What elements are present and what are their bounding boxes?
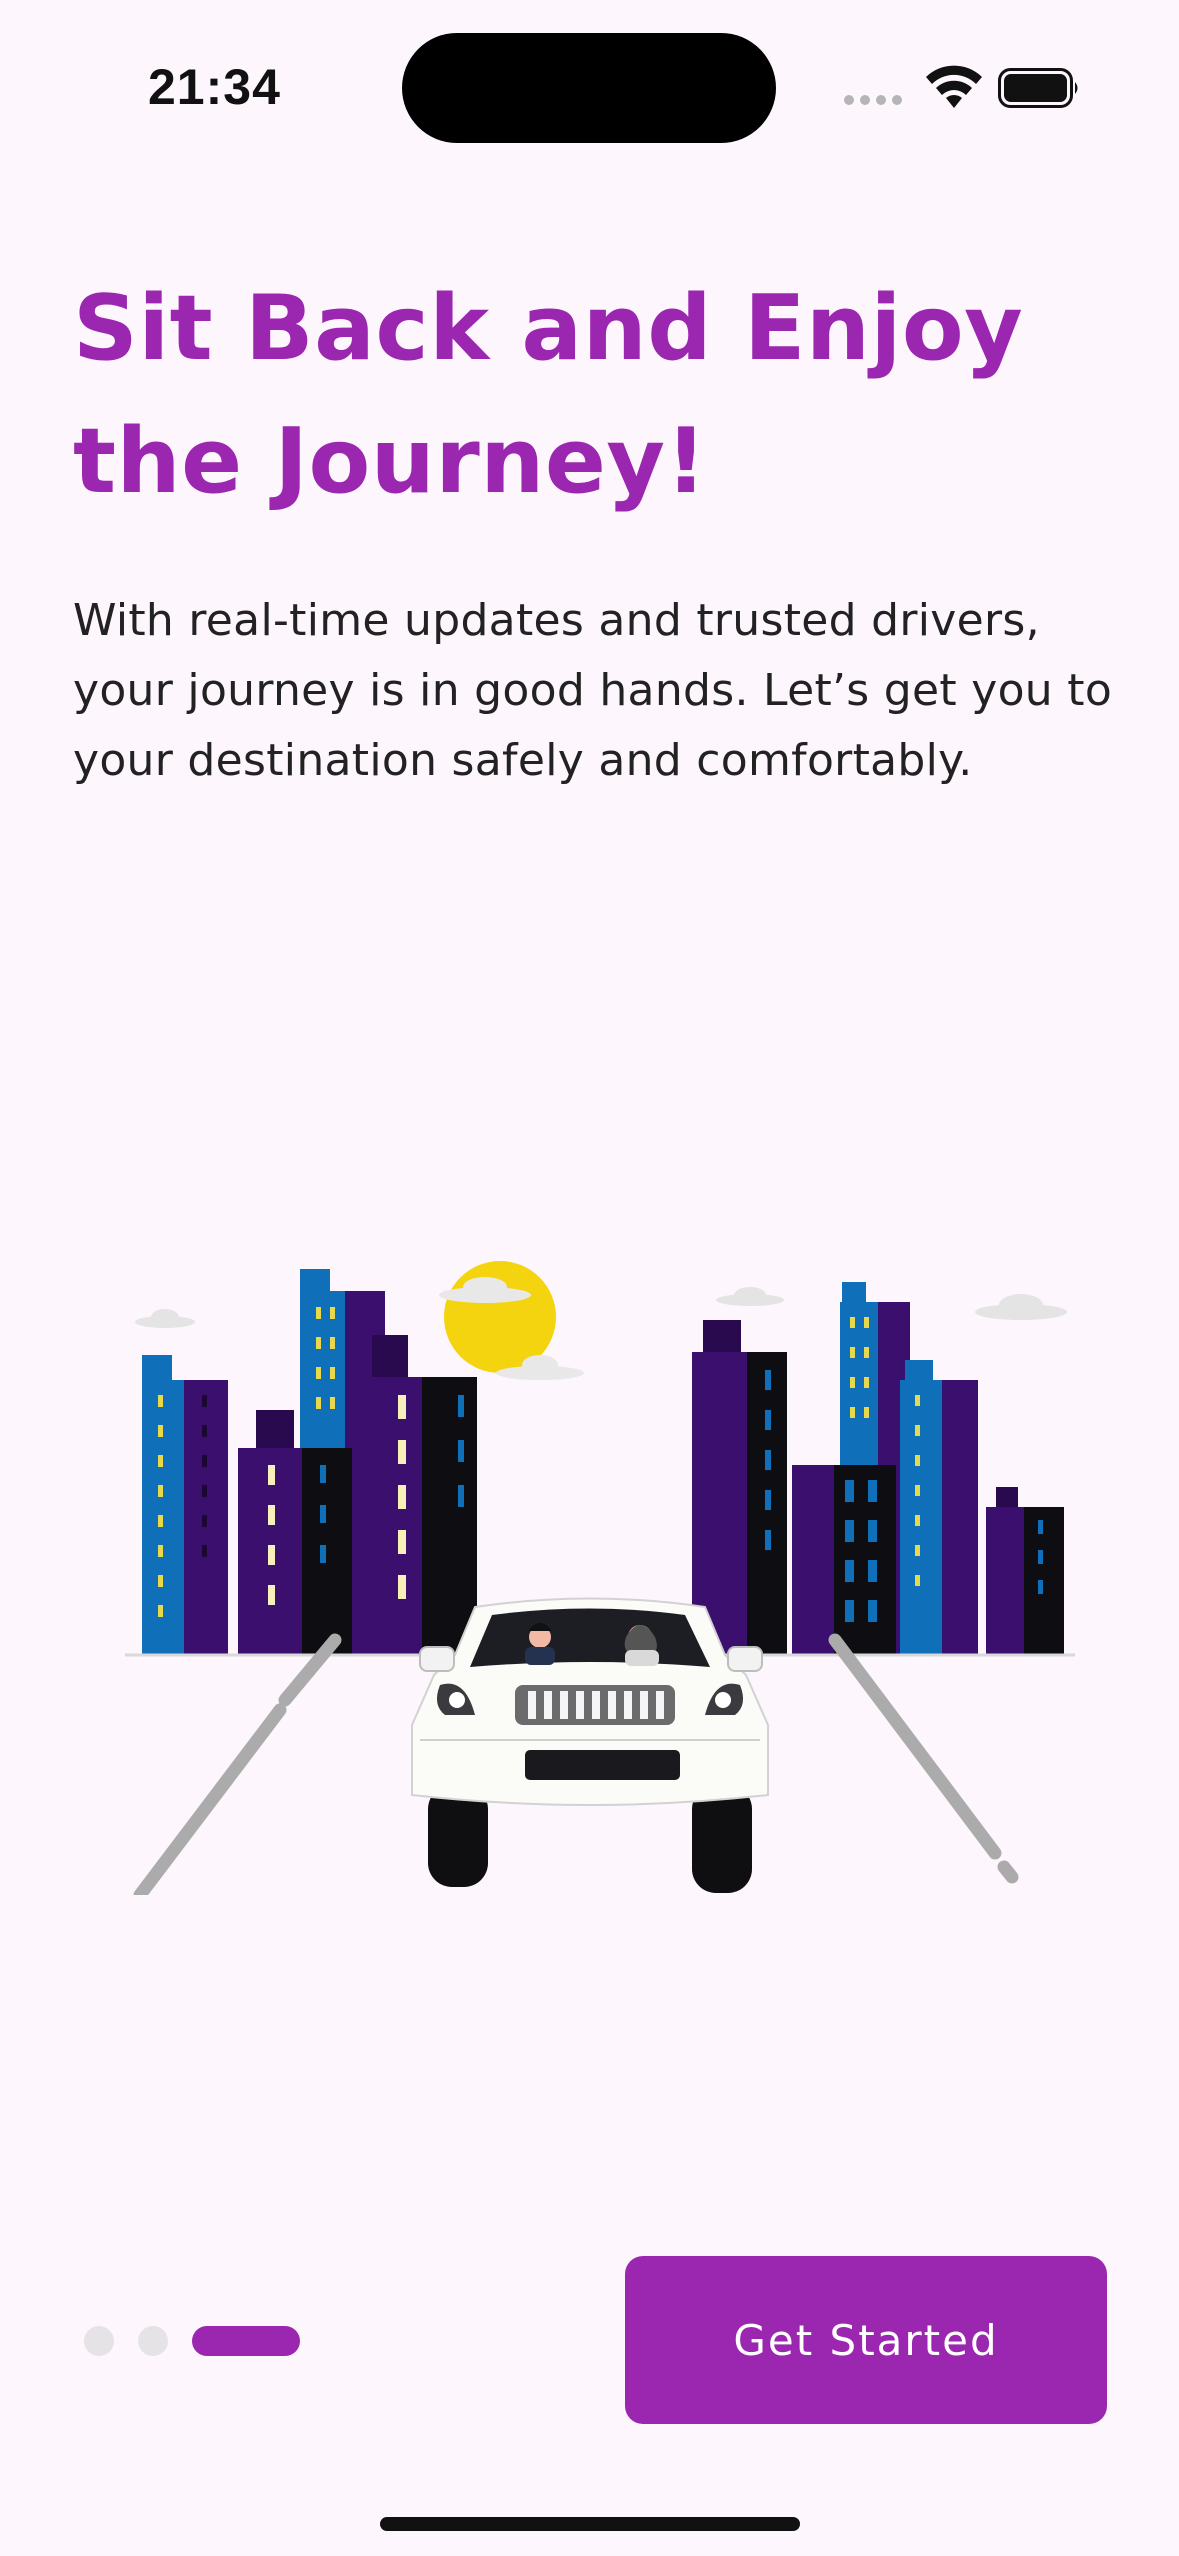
- onboarding-description: With real-time updates and trusted drive…: [73, 595, 1113, 786]
- page-dot-1[interactable]: [84, 2326, 114, 2356]
- right-buildings: [692, 1282, 1064, 1655]
- car: [411, 1597, 769, 1893]
- city-car-illustration: [125, 1261, 1075, 1895]
- cellular-signal-icon: [844, 95, 904, 107]
- left-buildings: [142, 1269, 477, 1655]
- battery-icon: [998, 68, 1078, 108]
- status-bar: 21:34: [0, 0, 1179, 180]
- clouds: [135, 1287, 1067, 1328]
- page-dot-2[interactable]: [138, 2326, 168, 2356]
- dynamic-island: [402, 33, 776, 143]
- get-started-button[interactable]: Get Started: [625, 2256, 1107, 2424]
- onboarding-title: Sit Back and Enjoy the Journey!: [73, 276, 1024, 514]
- page-dot-3-active[interactable]: [192, 2326, 300, 2356]
- home-indicator[interactable]: [380, 2517, 800, 2531]
- wifi-icon: [926, 65, 982, 108]
- status-time: 21:34: [148, 59, 281, 115]
